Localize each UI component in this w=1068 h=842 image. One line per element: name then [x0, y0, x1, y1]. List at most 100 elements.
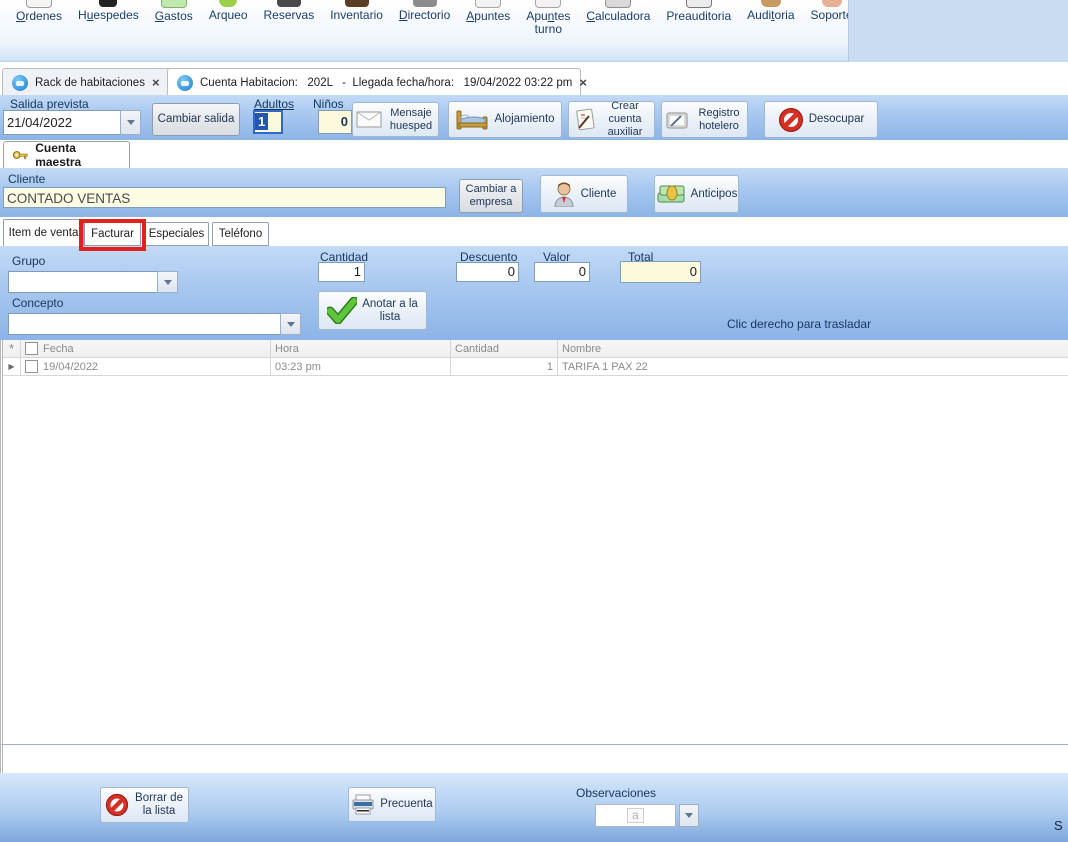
- cell-nombre: TARIFA 1 PAX 22: [558, 358, 1068, 376]
- room-account-tab-icon: [177, 75, 193, 91]
- key-icon: [12, 148, 28, 162]
- cliente-button[interactable]: Cliente: [540, 175, 628, 213]
- ribbon-item-apuntes-turno[interactable]: Apuntes turno: [518, 0, 578, 36]
- ribbon-item-inventario[interactable]: Inventario: [322, 0, 391, 22]
- descuento-field[interactable]: 0: [456, 262, 519, 282]
- mensaje-huesped-button[interactable]: Mensaje huesped: [352, 102, 439, 137]
- ribbon-item-huespedes[interactable]: Huespedes: [70, 0, 147, 22]
- chevron-down-icon: [164, 280, 172, 285]
- footer-bar: Borrar de la lista Precuenta Observacion…: [0, 773, 1068, 842]
- chevron-down-icon: [127, 120, 135, 125]
- cantidad-field[interactable]: 1: [318, 262, 365, 282]
- header-checkbox[interactable]: [25, 342, 38, 355]
- observaciones-field[interactable]: a: [595, 804, 676, 827]
- ribbon-group-strip: [0, 47, 848, 62]
- cliente-label: Cliente: [8, 172, 45, 186]
- room-toolbar: Salida prevista 21/04/2022 Cambiar salid…: [0, 95, 1068, 140]
- desocupar-button[interactable]: Desocupar: [764, 101, 878, 138]
- account-tab-band: Cuenta maestra: [0, 140, 1068, 168]
- concepto-label: Concepto: [12, 296, 63, 310]
- ninos-field[interactable]: 0: [318, 110, 352, 134]
- tab-cuenta-habitacion[interactable]: Cuenta Habitacion: 202L - Llegada fecha/…: [167, 68, 581, 96]
- salida-date-value[interactable]: 21/04/2022: [3, 110, 120, 135]
- ribbon-item-apuntes[interactable]: Apuntes: [458, 0, 518, 23]
- anotar-a-la-lista-button[interactable]: Anotar a la lista: [318, 291, 427, 330]
- cell-cantidad: 1: [451, 358, 558, 376]
- alojamiento-button[interactable]: Alojamiento: [448, 101, 562, 138]
- header-right-filler: [848, 0, 1068, 62]
- adultos-label: Adultos: [254, 97, 294, 111]
- valor-field[interactable]: 0: [534, 262, 590, 282]
- sale-form-band: Grupo Concepto Cantidad 1 Anotar a la li…: [0, 246, 1068, 340]
- green-check-icon: [327, 297, 357, 324]
- observaciones-dropdown-button[interactable]: [679, 804, 699, 827]
- grid-header-row: * Fecha Hora Cantidad Nombre: [3, 340, 1068, 358]
- guest-person-icon: [99, 0, 117, 7]
- document-tab-band: Rack de habitaciones × Cuenta Habitacion…: [0, 62, 1068, 95]
- audit-magnifier-icon: [761, 0, 781, 7]
- row-checkbox[interactable]: [25, 360, 38, 373]
- ribbon-item-ordenes[interactable]: Ordenes: [8, 0, 70, 23]
- ribbon-item-arqueo[interactable]: Arqueo: [201, 0, 256, 22]
- shift-notes-icon: [535, 0, 561, 8]
- adultos-field[interactable]: 1: [253, 110, 283, 134]
- transfer-hint: Clic derecho para trasladar: [727, 317, 871, 331]
- concepto-value[interactable]: [8, 313, 280, 335]
- precuenta-button[interactable]: Precuenta: [348, 787, 436, 822]
- anticipos-button[interactable]: Anticipos: [654, 175, 739, 213]
- tab-telefono[interactable]: Teléfono: [212, 222, 269, 246]
- tab-rack-de-habitaciones[interactable]: Rack de habitaciones ×: [2, 68, 181, 96]
- expenses-diamond-icon: [161, 0, 187, 8]
- money-icon: [656, 183, 686, 205]
- table-row[interactable]: ▶ 19/04/2022 03:23 pm 1 TARIFA 1 PAX 22: [3, 358, 1068, 376]
- room-rack-tab-icon: [12, 75, 28, 91]
- bed-icon: [455, 109, 489, 131]
- envelope-icon: [356, 111, 382, 128]
- column-header-cantidad[interactable]: Cantidad: [451, 340, 558, 358]
- ribbon-item-preauditoria[interactable]: Preauditoria: [658, 0, 739, 23]
- crear-cuenta-auxiliar-button[interactable]: Crear cuenta auxiliar: [568, 101, 655, 138]
- person-icon: [552, 181, 576, 207]
- adultos-selected-value: 1: [255, 113, 268, 130]
- close-icon[interactable]: ×: [579, 76, 587, 89]
- ribbon-item-gastos[interactable]: Gastos: [147, 0, 201, 23]
- grid-footer-strip: [0, 745, 1068, 773]
- borrar-de-la-lista-button[interactable]: Borrar de la lista: [100, 787, 189, 823]
- concepto-dropdown-button[interactable]: [280, 313, 301, 335]
- hotel-pms-window: { "ribbon": { "items": [ {"pre":"","key"…: [0, 0, 1068, 842]
- concepto-combo: [8, 313, 301, 335]
- cash-count-icon: [219, 0, 237, 7]
- salida-date-dropdown-button[interactable]: [120, 110, 141, 135]
- orders-envelope-icon: [26, 0, 52, 8]
- tab-facturar[interactable]: Facturar: [84, 222, 141, 246]
- reservations-book-icon: [277, 0, 301, 7]
- directory-icon: [413, 0, 437, 7]
- calculator-icon: [605, 0, 631, 8]
- grupo-dropdown-button[interactable]: [157, 271, 178, 293]
- tab-item-de-venta[interactable]: Item de venta: [3, 219, 84, 246]
- tab-cuenta-maestra[interactable]: Cuenta maestra: [3, 141, 130, 168]
- cambiar-a-empresa-button[interactable]: Cambiar a empresa: [459, 179, 523, 213]
- total-field[interactable]: 0: [620, 261, 701, 283]
- ban-icon: [105, 793, 129, 817]
- register-pad-icon: [665, 110, 689, 130]
- column-header-nombre[interactable]: Nombre: [558, 340, 1068, 358]
- cliente-field[interactable]: CONTADO VENTAS: [3, 187, 446, 208]
- ribbon-item-auditoria[interactable]: Auditoria: [739, 0, 802, 22]
- charges-grid: * Fecha Hora Cantidad Nombre ▶ 19/04/202…: [0, 340, 1068, 745]
- ribbon-item-calculadora[interactable]: Calculadora: [578, 0, 658, 23]
- column-header-hora[interactable]: Hora: [271, 340, 451, 358]
- close-icon[interactable]: ×: [152, 76, 160, 89]
- ribbon-item-reservas[interactable]: Reservas: [256, 0, 323, 22]
- printer-icon: [351, 794, 375, 816]
- client-band: Cliente CONTADO VENTAS Cambiar a empresa…: [0, 168, 1068, 217]
- sale-tab-band: Item de venta Facturar Especiales Teléfo…: [0, 217, 1068, 246]
- column-header-fecha[interactable]: Fecha: [21, 340, 271, 358]
- ban-icon: [778, 107, 804, 133]
- observaciones-label: Observaciones: [576, 786, 656, 800]
- registro-hotelero-button[interactable]: Registro hotelero: [661, 101, 748, 138]
- ribbon-item-directorio[interactable]: Directorio: [391, 0, 458, 22]
- tab-especiales[interactable]: Especiales: [144, 222, 209, 246]
- cambiar-salida-button[interactable]: Cambiar salida: [152, 103, 240, 136]
- grupo-value[interactable]: [8, 271, 157, 293]
